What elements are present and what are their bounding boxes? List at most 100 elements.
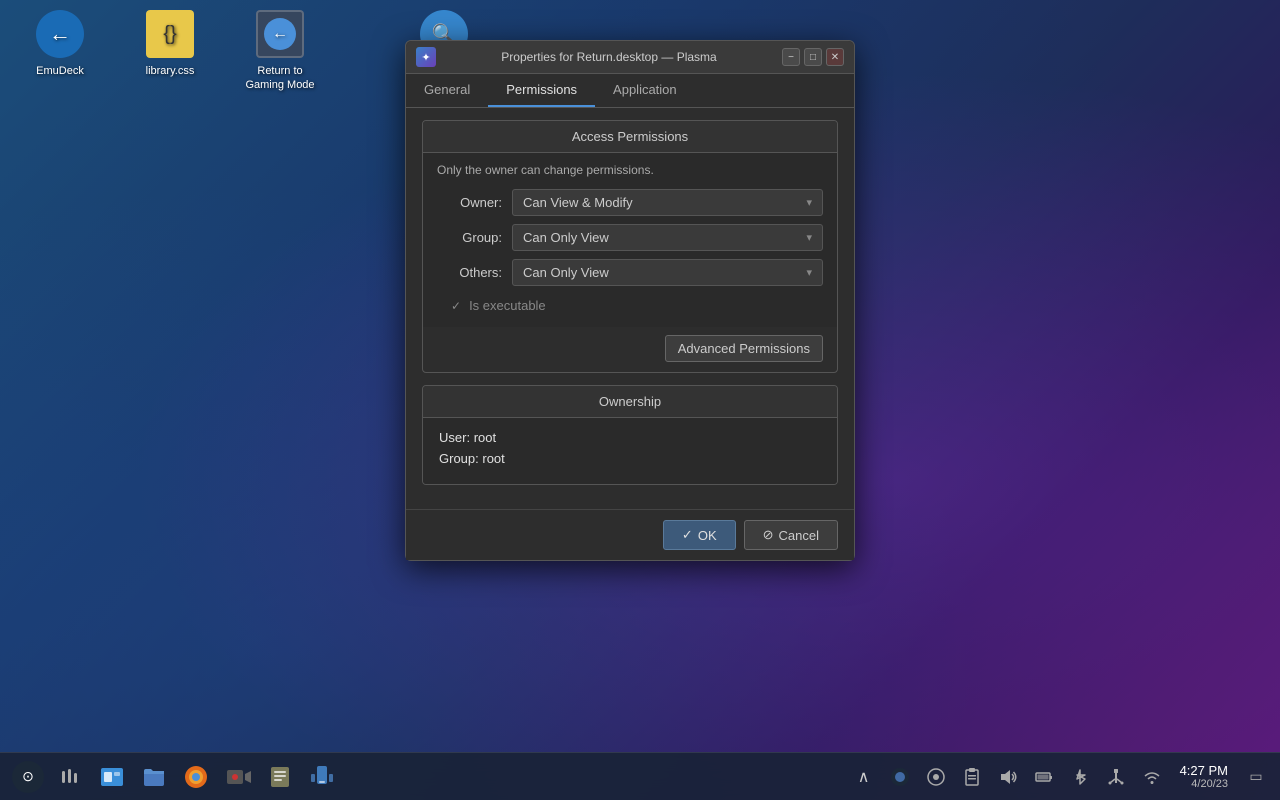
taskbar-firefox[interactable] bbox=[176, 757, 216, 797]
tab-permissions[interactable]: Permissions bbox=[488, 74, 595, 107]
ownership-user-row: User: root bbox=[439, 430, 821, 445]
group-value: Can Only View bbox=[523, 230, 609, 245]
group-select[interactable]: Can Only View ▾ bbox=[512, 224, 823, 251]
mixer-icon bbox=[58, 765, 82, 789]
ownership-user-label: User: bbox=[439, 430, 470, 445]
tray-bluetooth[interactable] bbox=[1064, 761, 1096, 793]
dialog-title: Properties for Return.desktop — Plasma bbox=[444, 50, 774, 64]
ownership-group-row: Group: root bbox=[439, 451, 821, 466]
dialog-tabs: General Permissions Application bbox=[406, 74, 854, 108]
ok-button[interactable]: ✓ OK bbox=[663, 520, 736, 550]
firefox-icon bbox=[182, 763, 210, 791]
maximize-button[interactable]: □ bbox=[804, 48, 822, 66]
ok-label: OK bbox=[698, 528, 717, 543]
ownership-body: User: root Group: root bbox=[423, 418, 837, 484]
ownership-section: Ownership User: root Group: root bbox=[422, 385, 838, 485]
taskbar-discover[interactable] bbox=[92, 757, 132, 797]
advanced-permissions-button[interactable]: Advanced Permissions bbox=[665, 335, 823, 362]
return-gaming-icon: ← bbox=[256, 10, 304, 58]
tray-audio-settings[interactable] bbox=[920, 761, 952, 793]
cancel-icon: ⊘ bbox=[763, 527, 774, 543]
tray-clipboard[interactable] bbox=[956, 761, 988, 793]
access-permissions-body: Only the owner can change permissions. O… bbox=[423, 153, 837, 327]
show-desktop-button[interactable]: ▭ bbox=[1240, 761, 1272, 793]
desktop: EmuDeck {} library.css ← Return toGaming… bbox=[0, 0, 1280, 800]
taskbar-steam[interactable]: ⊙ bbox=[8, 757, 48, 797]
cancel-button[interactable]: ⊘ Cancel bbox=[744, 520, 838, 550]
usb-icon bbox=[1106, 767, 1126, 787]
close-button[interactable]: ✕ bbox=[826, 48, 844, 66]
executable-checkmark: ✓ bbox=[451, 299, 461, 313]
volume-icon bbox=[998, 767, 1018, 787]
advanced-btn-row: Advanced Permissions bbox=[423, 327, 837, 372]
chevron-up-icon: ∧ bbox=[858, 767, 870, 787]
others-row: Others: Can Only View ▾ bbox=[437, 259, 823, 286]
ownership-user-value: root bbox=[474, 430, 496, 445]
clock-date: 4/20/23 bbox=[1191, 778, 1228, 790]
owner-label: Owner: bbox=[437, 195, 502, 210]
tab-application[interactable]: Application bbox=[595, 74, 695, 107]
taskbar-mixer[interactable] bbox=[50, 757, 90, 797]
desktop-icon-return-gaming[interactable]: ← Return toGaming Mode bbox=[240, 10, 320, 93]
network-icon bbox=[1142, 767, 1162, 787]
executable-label: Is executable bbox=[469, 298, 546, 313]
tray-usb[interactable] bbox=[1100, 761, 1132, 793]
clipboard-icon bbox=[962, 767, 982, 787]
clock[interactable]: 4:27 PM 4/20/23 bbox=[1172, 763, 1236, 790]
battery-icon bbox=[1034, 767, 1054, 787]
system-tray: ∧ bbox=[848, 761, 1272, 793]
taskbar-recorder[interactable] bbox=[218, 757, 258, 797]
steam-icon: ⊙ bbox=[12, 761, 44, 793]
group-row: Group: Can Only View ▾ bbox=[437, 224, 823, 251]
steam-tray-icon bbox=[890, 767, 910, 787]
desktop-icon-library-css[interactable]: {} library.css bbox=[130, 10, 210, 93]
dialog-titlebar: ✦ Properties for Return.desktop — Plasma… bbox=[406, 41, 854, 74]
owner-select[interactable]: Can View & Modify ▾ bbox=[512, 189, 823, 216]
tray-battery[interactable] bbox=[1028, 761, 1060, 793]
return-gaming-label: Return toGaming Mode bbox=[245, 64, 314, 93]
ownership-group-value: root bbox=[482, 451, 504, 466]
group-select-arrow: ▾ bbox=[806, 231, 812, 244]
others-value: Can Only View bbox=[523, 265, 609, 280]
desktop-icon-emudeck[interactable]: EmuDeck bbox=[20, 10, 100, 93]
desktop-icons: EmuDeck {} library.css ← Return toGaming… bbox=[20, 10, 320, 93]
taskbar: ⊙ bbox=[0, 752, 1280, 800]
ownership-title: Ownership bbox=[423, 386, 837, 418]
ok-check-icon: ✓ bbox=[682, 527, 693, 543]
tray-steam[interactable] bbox=[884, 761, 916, 793]
others-select-arrow: ▾ bbox=[806, 266, 812, 279]
minimize-button[interactable]: − bbox=[782, 48, 800, 66]
bluetooth-icon bbox=[1070, 767, 1090, 787]
access-permissions-title: Access Permissions bbox=[423, 121, 837, 153]
library-css-label: library.css bbox=[146, 64, 195, 78]
tray-network[interactable] bbox=[1136, 761, 1168, 793]
tray-chevron-up[interactable]: ∧ bbox=[848, 761, 880, 793]
ownership-group-label: Group: bbox=[439, 451, 479, 466]
access-permissions-section: Access Permissions Only the owner can ch… bbox=[422, 120, 838, 373]
owner-value: Can View & Modify bbox=[523, 195, 633, 210]
tray-volume[interactable] bbox=[992, 761, 1024, 793]
library-css-icon: {} bbox=[146, 10, 194, 58]
taskbar-kde-connect[interactable] bbox=[302, 757, 342, 797]
taskbar-files[interactable] bbox=[134, 757, 174, 797]
group-label: Group: bbox=[437, 230, 502, 245]
kde-connect-icon bbox=[309, 764, 335, 790]
owner-row: Owner: Can View & Modify ▾ bbox=[437, 189, 823, 216]
dialog-content: Access Permissions Only the owner can ch… bbox=[406, 108, 854, 509]
emudeck-label: EmuDeck bbox=[36, 64, 84, 78]
dialog-app-icon: ✦ bbox=[416, 47, 436, 67]
executable-row: ✓ Is executable bbox=[437, 294, 823, 317]
audio-settings-icon bbox=[926, 767, 946, 787]
notes-icon bbox=[268, 765, 292, 789]
owner-notice: Only the owner can change permissions. bbox=[437, 163, 823, 177]
others-select[interactable]: Can Only View ▾ bbox=[512, 259, 823, 286]
tab-general[interactable]: General bbox=[406, 74, 488, 107]
titlebar-buttons: − □ ✕ bbox=[782, 48, 844, 66]
others-label: Others: bbox=[437, 265, 502, 280]
show-desktop-icon: ▭ bbox=[1249, 768, 1262, 785]
emudeck-icon bbox=[36, 10, 84, 58]
recorder-icon bbox=[225, 764, 251, 790]
dialog-footer: ✓ OK ⊘ Cancel bbox=[406, 509, 854, 560]
taskbar-notes[interactable] bbox=[260, 757, 300, 797]
cancel-label: Cancel bbox=[779, 528, 819, 543]
